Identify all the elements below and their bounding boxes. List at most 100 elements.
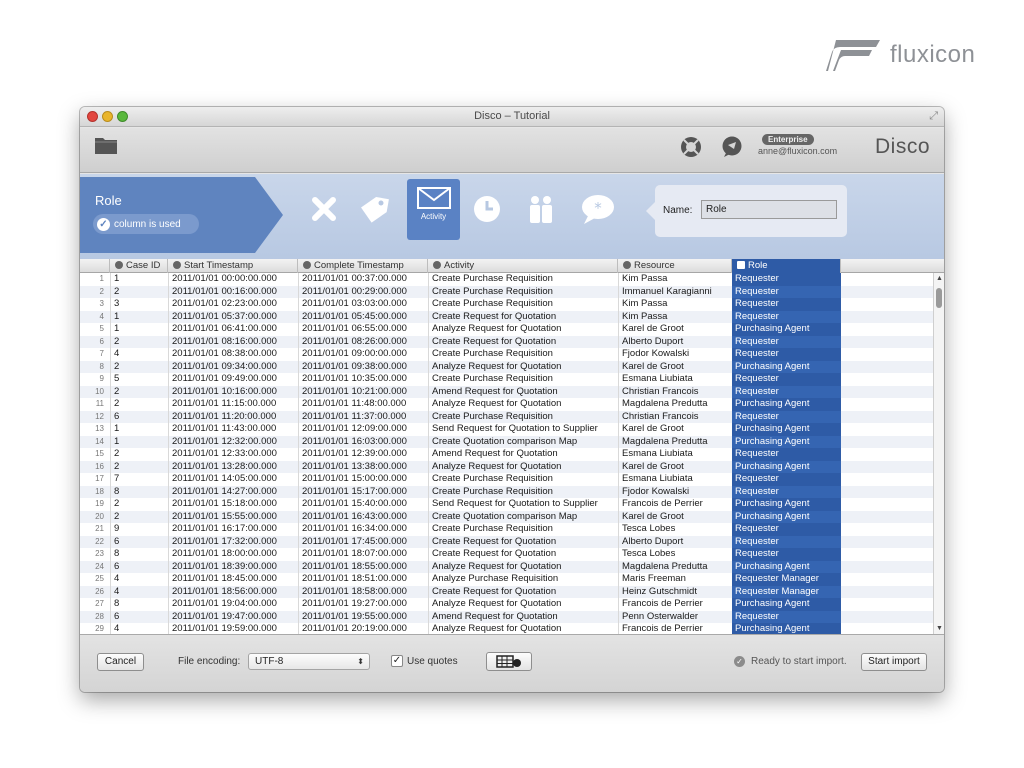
vertical-scrollbar[interactable]: ▲ ▼ <box>933 273 944 634</box>
column-header-arrow: Role ✓ column is used <box>80 177 283 253</box>
column-settings-button[interactable] <box>486 652 532 671</box>
row-number: 20 <box>95 511 104 521</box>
name-editor: Name: Role <box>646 185 847 237</box>
column-header-resource[interactable]: Resource <box>618 259 732 273</box>
table-cell: Esmana Liubiata <box>622 473 693 484</box>
table-cell: 6 <box>114 560 120 572</box>
table-cell: Requester Manager <box>732 585 841 598</box>
start-import-button[interactable]: Start import <box>861 653 927 671</box>
row-number: 29 <box>95 624 104 633</box>
type-attribute-button[interactable]: * <box>581 192 615 226</box>
table-cell: Kim Passa <box>622 310 668 322</box>
table-row[interactable]: 20 2 2011/01/01 15:55:00.000 2011/01/01 16:… <box>80 510 933 523</box>
table-row[interactable]: 21 9 2011/01/01 16:17:00.000 2011/01/01 16:… <box>80 523 933 536</box>
people-icon <box>623 261 631 269</box>
table-row[interactable]: 9 5 2011/01/01 09:49:00.000 2011/01/01 10:3… <box>80 373 933 386</box>
type-case-id-button[interactable] <box>358 192 392 226</box>
table-cell: 1 <box>114 435 120 447</box>
table-row[interactable]: 1 1 2011/01/01 00:00:00.000 2011/01/01 00:3… <box>80 273 933 286</box>
table-row[interactable]: 24 6 2011/01/01 18:39:00.000 2011/01/01 18:… <box>80 560 933 573</box>
table-row[interactable]: 29 4 2011/01/01 19:59:00.000 2011/01/01 20:… <box>80 623 933 634</box>
table-cell: Analyze Purchase Requisition <box>432 573 559 584</box>
help-lifebuoy-icon[interactable] <box>680 136 702 158</box>
table-row[interactable]: 16 2 2011/01/01 13:28:00.000 2011/01/01 13:… <box>80 460 933 473</box>
table-cell: Create Purchase Requisition <box>432 523 553 534</box>
column-header-case-id[interactable]: Case ID <box>110 259 168 273</box>
table-row[interactable]: 18 8 2011/01/01 14:27:00.000 2011/01/01 15:… <box>80 485 933 498</box>
table-row[interactable]: 22 6 2011/01/01 17:32:00.000 2011/01/01 17:… <box>80 535 933 548</box>
people-icon <box>530 196 552 223</box>
type-activity-button[interactable]: Activity <box>407 179 460 240</box>
table-row[interactable]: 3 3 2011/01/01 02:23:00.000 2011/01/01 03:0… <box>80 298 933 311</box>
row-number: 8 <box>99 361 104 371</box>
envelope-icon <box>737 261 745 269</box>
table-cell: Create Request for Quotation <box>432 585 557 597</box>
table-cell: 2011/01/01 20:19:00.000 <box>302 623 407 634</box>
table-cell: Francois de Perrier <box>622 598 703 609</box>
type-resource-button[interactable] <box>524 192 558 226</box>
column-header-activity[interactable]: Activity <box>428 259 618 273</box>
row-number: 17 <box>95 474 104 483</box>
table-row[interactable]: 17 7 2011/01/01 14:05:00.000 2011/01/01 15:… <box>80 473 933 486</box>
type-remove-button[interactable] <box>307 192 341 226</box>
table-cell: 3 <box>114 298 120 309</box>
table-row[interactable]: 19 2 2011/01/01 15:18:00.000 2011/01/01 15:… <box>80 498 933 511</box>
table-row[interactable]: 28 6 2011/01/01 19:47:00.000 2011/01/01 19:… <box>80 610 933 623</box>
scroll-down-icon[interactable]: ▼ <box>936 625 943 632</box>
import-status: Ready to start import. <box>751 656 847 667</box>
table-cell: Purchasing Agent <box>732 398 841 411</box>
feedback-bubble-icon[interactable] <box>721 136 743 158</box>
open-folder-icon[interactable] <box>94 135 118 155</box>
column-header-complete-timestamp[interactable]: Complete Timestamp <box>298 259 428 273</box>
scroll-up-icon[interactable]: ▲ <box>936 275 943 282</box>
use-quotes-checkbox[interactable]: ✓ <box>391 655 403 667</box>
row-number: 14 <box>95 436 104 446</box>
table-row[interactable]: 26 4 2011/01/01 18:56:00.000 2011/01/01 18:… <box>80 585 933 598</box>
table-row[interactable]: 4 1 2011/01/01 05:37:00.000 2011/01/01 05:4… <box>80 310 933 323</box>
fullscreen-icon[interactable]: ⤢ <box>929 110 938 123</box>
table-row[interactable]: 6 2 2011/01/01 08:16:00.000 2011/01/01 08:2… <box>80 335 933 348</box>
table-row[interactable]: 13 1 2011/01/01 11:43:00.000 2011/01/01 12:… <box>80 423 933 436</box>
table-cell: Maris Freeman <box>622 573 686 584</box>
table-row[interactable]: 25 4 2011/01/01 18:45:00.000 2011/01/01 18:… <box>80 573 933 586</box>
table-row[interactable]: 27 8 2011/01/01 19:04:00.000 2011/01/01 19:… <box>80 598 933 611</box>
table-settings-icon <box>496 655 521 668</box>
tag-icon <box>361 197 389 223</box>
table-row[interactable]: 11 2 2011/01/01 11:15:00.000 2011/01/01 11:… <box>80 398 933 411</box>
table-row[interactable]: 7 4 2011/01/01 08:38:00.000 2011/01/01 09:0… <box>80 348 933 361</box>
file-encoding-label: File encoding: <box>178 656 241 667</box>
row-number: 2 <box>99 286 104 296</box>
type-timestamp-button[interactable] <box>470 192 504 226</box>
column-used-toggle[interactable]: ✓ column is used <box>93 214 199 234</box>
name-input[interactable]: Role <box>701 200 837 219</box>
table-row[interactable]: 12 6 2011/01/01 11:20:00.000 2011/01/01 11:… <box>80 410 933 423</box>
table-cell: Requester <box>732 535 841 548</box>
table-cell: Create Request for Quotation <box>432 310 557 322</box>
table-row[interactable]: 23 8 2011/01/01 18:00:00.000 2011/01/01 18:… <box>80 548 933 561</box>
table-row[interactable]: 8 2 2011/01/01 09:34:00.000 2011/01/01 09:3… <box>80 360 933 373</box>
table-cell: 2011/01/01 12:39:00.000 <box>302 448 407 459</box>
table-cell: Purchasing Agent <box>732 460 841 473</box>
cancel-button[interactable]: Cancel <box>97 653 144 671</box>
table-cell: 2011/01/01 09:34:00.000 <box>172 360 277 372</box>
table-cell: Fjodor Kowalski <box>622 348 690 359</box>
table-row[interactable]: 2 2 2011/01/01 00:16:00.000 2011/01/01 00:2… <box>80 285 933 298</box>
table-cell: 9 <box>114 523 120 534</box>
table-cell: 2011/01/01 09:38:00.000 <box>302 360 407 372</box>
table-row[interactable]: 15 2 2011/01/01 12:33:00.000 2011/01/01 12:… <box>80 448 933 461</box>
table-row[interactable]: 5 1 2011/01/01 06:41:00.000 2011/01/01 06:5… <box>80 323 933 336</box>
import-preview-table: Case ID Start Timestamp Complete Timesta… <box>80 259 944 634</box>
tag-icon <box>115 261 123 269</box>
scroll-thumb[interactable] <box>936 288 942 308</box>
table-cell: Purchasing Agent <box>732 323 841 336</box>
table-cell: Karel de Groot <box>622 423 684 434</box>
table-cell: 2011/01/01 16:17:00.000 <box>172 523 277 534</box>
table-row[interactable]: 14 1 2011/01/01 12:32:00.000 2011/01/01 16:… <box>80 435 933 448</box>
table-cell: Purchasing Agent <box>732 435 841 448</box>
column-header-start-timestamp[interactable]: Start Timestamp <box>168 259 298 273</box>
table-cell: Francois de Perrier <box>622 623 703 634</box>
table-cell: Alberto Duport <box>622 535 684 547</box>
file-encoding-select[interactable]: UTF-8 ⬍ <box>248 653 370 670</box>
column-header-role[interactable]: Role <box>732 259 841 273</box>
table-row[interactable]: 10 2 2011/01/01 10:16:00.000 2011/01/01 10:… <box>80 385 933 398</box>
